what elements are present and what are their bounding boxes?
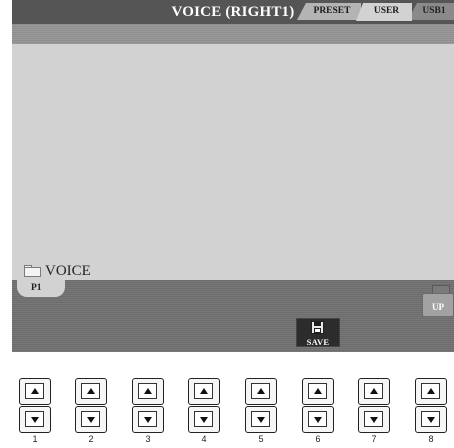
- hardware-button-8: [415, 378, 447, 434]
- arrow-up-icon: [370, 388, 378, 394]
- tab-preset[interactable]: PRESET: [297, 3, 361, 20]
- button-2-down[interactable]: [75, 406, 107, 433]
- button-6-down[interactable]: [302, 406, 334, 433]
- save-label: SAVE: [306, 337, 330, 347]
- button-8-down[interactable]: [415, 406, 447, 433]
- arrow-up-icon: [257, 388, 265, 394]
- arrow-up-icon: [144, 388, 152, 394]
- arrow-down-icon: [257, 417, 265, 423]
- button-number-3: 3: [145, 434, 151, 444]
- folder-icon: [24, 265, 41, 277]
- arrow-up-icon: [200, 388, 208, 394]
- arrow-up-icon: [87, 388, 95, 394]
- tab-user[interactable]: USER: [356, 3, 412, 21]
- arrow-up-icon: [314, 388, 322, 394]
- hardware-button-5: [245, 378, 277, 434]
- arrow-up-icon: [31, 388, 39, 394]
- button-number-6: 6: [315, 434, 321, 444]
- hardware-button-row: 1 2 3 4 5 6 7 8: [0, 372, 454, 448]
- arrow-down-icon: [200, 417, 208, 423]
- button-number-8: 8: [428, 434, 434, 444]
- hardware-button-1: [19, 378, 51, 434]
- button-3-down[interactable]: [132, 406, 164, 433]
- arrow-down-icon: [31, 417, 39, 423]
- button-7-up[interactable]: [358, 378, 390, 405]
- button-number-7: 7: [371, 434, 377, 444]
- button-8-up[interactable]: [415, 378, 447, 405]
- button-4-down[interactable]: [188, 406, 220, 433]
- button-5-up[interactable]: [245, 378, 277, 405]
- current-folder: VOICE: [24, 263, 91, 279]
- arrow-up-icon: [427, 388, 435, 394]
- button-number-5: 5: [258, 434, 264, 444]
- save-button[interactable]: SAVE: [296, 318, 340, 347]
- arrow-down-icon: [87, 417, 95, 423]
- hardware-button-2: [75, 378, 107, 434]
- button-6-up[interactable]: [302, 378, 334, 405]
- hardware-button-6: [302, 378, 334, 434]
- button-number-1: 1: [32, 434, 38, 444]
- floppy-disk-icon: [311, 321, 324, 334]
- folder-name: VOICE: [45, 263, 91, 279]
- button-4-up[interactable]: [188, 378, 220, 405]
- button-7-down[interactable]: [358, 406, 390, 433]
- button-3-up[interactable]: [132, 378, 164, 405]
- arrow-down-icon: [144, 417, 152, 423]
- hardware-button-3: [132, 378, 164, 434]
- button-number-2: 2: [88, 434, 94, 444]
- up-label: UP: [432, 302, 444, 312]
- tab-strip: [12, 24, 454, 44]
- button-1-up[interactable]: [19, 378, 51, 405]
- button-number-4: 4: [201, 434, 207, 444]
- arrow-down-icon: [427, 417, 435, 423]
- hardware-button-7: [358, 378, 390, 434]
- hardware-button-4: [188, 378, 220, 434]
- page-strip: [12, 280, 454, 352]
- arrow-down-icon: [314, 417, 322, 423]
- button-2-up[interactable]: [75, 378, 107, 405]
- button-1-down[interactable]: [19, 406, 51, 433]
- page-tab-p1[interactable]: P1: [17, 280, 65, 297]
- file-list-area: [12, 44, 454, 276]
- up-button[interactable]: UP: [422, 285, 454, 317]
- arrow-down-icon: [370, 417, 378, 423]
- button-5-down[interactable]: [245, 406, 277, 433]
- lcd-screen: VOICE (RIGHT1) PRESET USB1 USER VOICE P1…: [12, 0, 454, 352]
